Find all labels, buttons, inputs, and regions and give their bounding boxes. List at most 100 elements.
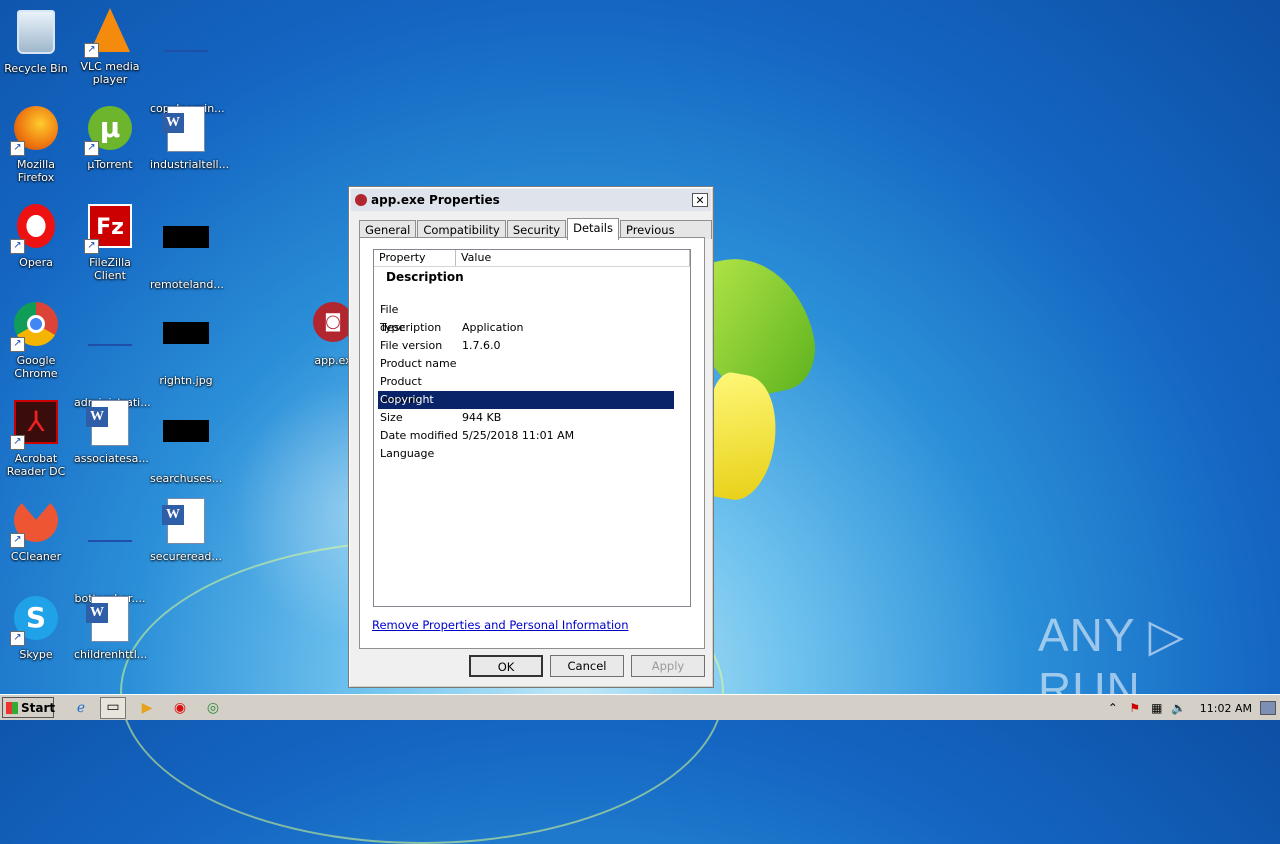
shortcut-arrow-icon: ↗ bbox=[84, 239, 99, 254]
icon-label: Recycle Bin bbox=[4, 62, 68, 75]
close-button[interactable]: ✕ bbox=[692, 193, 708, 207]
dialog-titlebar[interactable]: app.exe Properties ✕ bbox=[351, 189, 711, 211]
desktop-icon-opera[interactable]: ↗ Opera bbox=[0, 202, 72, 269]
details-tab-panel: Property Value Description File descript… bbox=[359, 237, 705, 649]
icon-label: remoteland... bbox=[150, 278, 224, 291]
icon-label: VLC media player bbox=[80, 60, 140, 86]
desktop-icon-searchuses[interactable]: searchuses... bbox=[150, 398, 222, 485]
list-item[interactable]: Date modified 5/25/2018 11:01 AM bbox=[378, 427, 674, 445]
icon-label: industrialtell... bbox=[150, 158, 230, 171]
desktop-icon-recycle-bin[interactable]: Recycle Bin bbox=[0, 6, 72, 75]
property-value: 5/25/2018 11:01 AM bbox=[462, 429, 575, 442]
ok-button[interactable]: OK bbox=[469, 655, 543, 677]
desktop-icon-vlc[interactable]: ↗ VLC media player bbox=[74, 6, 146, 86]
shortcut-arrow-icon: ↗ bbox=[10, 141, 25, 156]
details-list[interactable]: Property Value Description File descript… bbox=[373, 249, 691, 607]
list-item[interactable]: Language bbox=[378, 445, 674, 463]
start-label: Start bbox=[21, 701, 56, 715]
list-item[interactable]: Type Application bbox=[378, 319, 674, 337]
word-document-icon: W bbox=[162, 106, 205, 152]
chrome-taskbar-icon[interactable]: ◎ bbox=[204, 699, 222, 717]
show-hidden-icons-icon[interactable]: ⌃ bbox=[1105, 700, 1121, 716]
explorer-folder-icon[interactable]: ▭ bbox=[100, 697, 126, 719]
blank-file-icon bbox=[88, 540, 132, 542]
properties-dialog: app.exe Properties ✕ General Compatibili… bbox=[348, 186, 714, 688]
list-header: Property Value bbox=[374, 250, 690, 267]
shortcut-arrow-icon: ↗ bbox=[10, 631, 25, 646]
property-value: 944 KB bbox=[462, 411, 502, 424]
file-thumbnail-icon bbox=[163, 420, 209, 442]
desktop-icon-industrialtell[interactable]: W industrialtell... bbox=[150, 104, 230, 171]
word-document-icon: W bbox=[162, 498, 205, 544]
network-icon[interactable]: ▦ bbox=[1149, 700, 1165, 716]
list-item[interactable]: File description bbox=[378, 301, 674, 334]
camera-app-icon: ◙ bbox=[313, 302, 353, 342]
tab-details[interactable]: Details bbox=[567, 218, 619, 240]
property-name: Copyright bbox=[380, 393, 434, 406]
property-value bbox=[462, 301, 674, 319]
icon-label: rightn.jpg bbox=[159, 374, 213, 387]
icon-label: Google Chrome bbox=[14, 354, 58, 380]
property-name: Date modified bbox=[380, 429, 458, 442]
apply-button[interactable]: Apply bbox=[631, 655, 705, 677]
list-item[interactable]: Product version bbox=[378, 373, 674, 406]
column-value[interactable]: Value bbox=[456, 250, 690, 266]
icon-label: Acrobat Reader DC bbox=[6, 452, 66, 478]
desktop-icon-secureread[interactable]: W secureread... bbox=[150, 496, 222, 563]
desktop-icon-firefox[interactable]: ↗ Mozilla Firefox bbox=[0, 104, 72, 184]
shortcut-arrow-icon: ↗ bbox=[84, 43, 99, 58]
icon-label: searchuses... bbox=[150, 472, 223, 485]
desktop-icon-acrobat[interactable]: ⅄ ↗ Acrobat Reader DC bbox=[0, 398, 72, 478]
list-item[interactable]: File version 1.7.6.0 bbox=[378, 337, 674, 355]
desktop-icon-chrome[interactable]: ↗ Google Chrome bbox=[0, 300, 72, 380]
group-heading: Description bbox=[386, 270, 464, 284]
shortcut-arrow-icon: ↗ bbox=[10, 337, 25, 352]
action-center-icon[interactable]: ⚑ bbox=[1127, 700, 1143, 716]
shortcut-arrow-icon: ↗ bbox=[10, 533, 25, 548]
desktop-icon-administrati[interactable]: administrati... bbox=[74, 300, 151, 409]
desktop-icon-utorrent[interactable]: µ ↗ µTorrent bbox=[74, 104, 146, 171]
desktop-icon-skype[interactable]: S ↗ Skype bbox=[0, 594, 72, 661]
camera-app-icon bbox=[355, 194, 367, 206]
property-name: File description bbox=[380, 303, 442, 334]
dialog-title: app.exe Properties bbox=[371, 193, 500, 207]
file-thumbnail-icon bbox=[163, 226, 209, 248]
remove-properties-link[interactable]: Remove Properties and Personal Informati… bbox=[372, 618, 629, 632]
desktop-icon-copylearnin[interactable]: copylearnin... bbox=[150, 6, 225, 115]
desktop-icon-rightn[interactable]: rightn.jpg bbox=[150, 300, 222, 387]
desktop-icon-ccleaner[interactable]: ↗ CCleaner bbox=[0, 496, 72, 563]
desktop-icon-remoteland[interactable]: remoteland... bbox=[150, 202, 224, 291]
opera-taskbar-icon[interactable]: ◉ bbox=[171, 699, 189, 717]
list-item[interactable]: Product name bbox=[378, 355, 674, 373]
property-name: Product version bbox=[380, 375, 422, 406]
word-document-icon: W bbox=[86, 596, 129, 642]
windows-flag-icon bbox=[6, 702, 18, 714]
image-thumbnail-icon bbox=[163, 322, 209, 344]
desktop-icon-childrenhttl[interactable]: W childrenhttl... bbox=[74, 594, 147, 661]
property-name: Product name bbox=[380, 357, 457, 370]
icon-label: Opera bbox=[19, 256, 53, 269]
taskbar-clock[interactable]: 11:02 AM bbox=[1200, 702, 1252, 715]
desktop-icon-associatesa[interactable]: W associatesa... bbox=[74, 398, 149, 465]
start-button[interactable]: Start bbox=[2, 697, 56, 718]
cancel-button[interactable]: Cancel bbox=[550, 655, 624, 677]
desktop-icon-bottomher[interactable]: bottomher.... bbox=[74, 496, 146, 605]
list-item-selected[interactable]: Copyright bbox=[378, 391, 674, 409]
tab-strip: General Compatibility Security Details P… bbox=[359, 217, 713, 255]
desktop-icon-filezilla[interactable]: Fz ↗ FileZilla Client bbox=[74, 202, 146, 282]
icon-label: secureread... bbox=[150, 550, 222, 563]
word-document-icon: W bbox=[86, 400, 129, 446]
property-name: Size bbox=[380, 411, 403, 424]
media-player-icon[interactable]: ▶ bbox=[138, 699, 156, 717]
recycle-bin-icon bbox=[17, 10, 55, 54]
property-value bbox=[462, 355, 674, 373]
system-tray: ⌃ ⚑ ▦ 🔈 11:02 AM bbox=[1102, 697, 1280, 719]
property-value bbox=[462, 391, 674, 409]
show-desktop-icon[interactable] bbox=[1260, 701, 1276, 715]
property-name: Type bbox=[380, 321, 406, 334]
volume-icon[interactable]: 🔈 bbox=[1171, 700, 1187, 716]
column-property[interactable]: Property bbox=[374, 250, 456, 266]
internet-explorer-icon[interactable]: ℯ bbox=[72, 699, 90, 717]
taskbar: Start ℯ ▭ ▶ ◉ ◎ ⌃ ⚑ ▦ 🔈 11:02 AM bbox=[0, 694, 1280, 720]
list-item[interactable]: Size 944 KB bbox=[378, 409, 674, 427]
